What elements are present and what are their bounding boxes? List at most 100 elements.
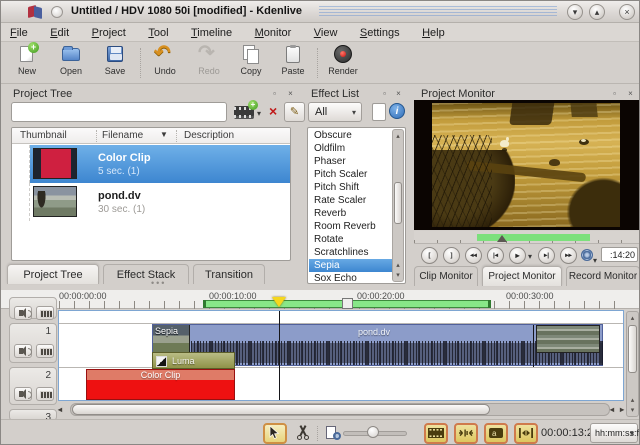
scrollbar-thumb[interactable] xyxy=(72,404,490,415)
razor-tool-button[interactable] xyxy=(291,423,315,444)
timeline-hscrollbar[interactable]: ◂ ◂ ▸ xyxy=(58,402,624,417)
timeline-playhead-line[interactable] xyxy=(279,311,280,400)
tab-transition[interactable]: Transition xyxy=(193,264,265,284)
render-button[interactable]: Render xyxy=(323,45,363,81)
column-description[interactable]: Description xyxy=(184,130,234,141)
effect-item[interactable]: Pitch Shift xyxy=(309,181,392,194)
scroll-up-icon[interactable]: ▴ xyxy=(627,314,638,322)
menu-edit[interactable]: Edit xyxy=(41,24,78,43)
scroll-left-icon[interactable]: ◂ xyxy=(610,405,614,414)
timeline-playhead-icon[interactable] xyxy=(272,297,286,307)
menu-tool[interactable]: Tool xyxy=(139,24,177,43)
edit-clip-button[interactable]: ✎ xyxy=(284,102,305,122)
play-button[interactable]: ▸ xyxy=(509,247,526,264)
set-zone-start-button[interactable]: [ xyxy=(421,247,438,264)
window-menu-button[interactable] xyxy=(51,6,63,18)
menu-file[interactable]: File xyxy=(1,24,37,43)
timeline-transition-luma[interactable]: Luma xyxy=(152,352,235,369)
paste-button[interactable]: Paste xyxy=(273,45,313,81)
monitor-playhead-icon[interactable] xyxy=(497,235,507,242)
delete-clip-icon[interactable]: × xyxy=(269,103,277,119)
menu-view[interactable]: View xyxy=(305,24,347,43)
effect-item[interactable]: Sox Echo xyxy=(309,272,392,284)
timecode-format-dropdown[interactable]: hh:mm:ss:ff ▾ xyxy=(590,423,638,443)
scrollbar-thumb[interactable] xyxy=(394,182,402,224)
hide-track-button[interactable] xyxy=(36,344,54,358)
tab-project-monitor[interactable]: Project Monitor xyxy=(482,266,562,286)
set-zone-end-button[interactable]: ] xyxy=(443,247,460,264)
save-button[interactable]: Save xyxy=(95,45,135,81)
timeline-ruler[interactable]: 00:00:00:00 00:00:10:00 00:00:20:00 00:0… xyxy=(1,290,640,309)
scroll-down-icon[interactable]: ▾ xyxy=(393,271,403,279)
forward-button[interactable]: ▸▸ xyxy=(560,247,577,264)
tab-clip-monitor[interactable]: Clip Monitor xyxy=(414,266,478,286)
add-clip-button[interactable]: + xyxy=(234,106,254,119)
tab-record-monitor[interactable]: Record Monitor xyxy=(566,266,640,286)
video-thumbnails-toggle[interactable] xyxy=(424,423,448,444)
effect-item[interactable]: Pitch Scaler xyxy=(309,168,392,181)
mute-track-button[interactable] xyxy=(14,344,32,358)
scroll-up-icon[interactable]: ▴ xyxy=(393,132,403,140)
monitor-seek-ruler[interactable] xyxy=(414,231,639,244)
play-menu-chevron-icon[interactable]: ▾ xyxy=(528,252,532,261)
rewind-button[interactable]: ◂◂ xyxy=(465,247,482,264)
effect-item[interactable]: Room Reverb xyxy=(309,220,392,233)
new-button[interactable]: + New xyxy=(7,45,47,81)
effect-item[interactable]: Oldfilm xyxy=(309,142,392,155)
maximize-button[interactable]: ▴ xyxy=(589,4,605,20)
scroll-left-icon[interactable]: ◂ xyxy=(58,405,62,414)
effect-filter-dropdown[interactable]: All ▾ xyxy=(308,102,362,122)
float-panel-icon[interactable]: ▫ xyxy=(379,88,390,99)
scroll-right-icon[interactable]: ▸ xyxy=(620,405,624,414)
close-panel-icon[interactable]: × xyxy=(393,88,404,99)
scroll-down-icon[interactable]: ▾ xyxy=(627,406,638,414)
effect-item[interactable]: Rotate xyxy=(309,233,392,246)
menu-project[interactable]: Project xyxy=(83,24,135,43)
tab-effect-stack[interactable]: Effect Stack xyxy=(103,264,189,284)
zoom-slider-handle[interactable] xyxy=(367,426,379,438)
sort-indicator-icon[interactable]: ▼ xyxy=(160,130,168,139)
timeline-vscrollbar[interactable]: ▴ ▴ ▾ xyxy=(626,311,639,417)
track-header-1[interactable]: 1 xyxy=(9,323,57,363)
menu-monitor[interactable]: Monitor xyxy=(246,24,301,43)
monitor-config-gear-icon[interactable] xyxy=(581,249,593,261)
mute-track-button[interactable] xyxy=(14,387,32,401)
timeline-tracks-area[interactable]: Sepia pond.dv Luma Color Clip xyxy=(58,310,624,401)
hide-track-button[interactable] xyxy=(36,306,54,320)
next-frame-button[interactable]: ▸| xyxy=(538,247,555,264)
float-panel-icon[interactable]: ▫ xyxy=(269,88,280,99)
timeline-clip-color[interactable]: Color Clip xyxy=(86,369,235,400)
effect-item[interactable]: Obscure xyxy=(309,129,392,142)
menu-timeline[interactable]: Timeline xyxy=(182,24,241,43)
titlebar[interactable]: Untitled / HDV 1080 50i [modified] - Kde… xyxy=(1,1,640,23)
effect-item[interactable]: Rate Scaler xyxy=(309,194,392,207)
add-clip-menu-chevron-icon[interactable]: ▾ xyxy=(257,109,261,118)
effect-item[interactable]: Scratchlines xyxy=(309,246,392,259)
scrollbar-thumb[interactable] xyxy=(628,325,637,373)
close-button[interactable]: × xyxy=(619,4,635,20)
clip-list-header[interactable]: Thumbnail Filename ▼ Description xyxy=(12,128,290,144)
effect-item[interactable]: Phaser xyxy=(309,155,392,168)
audio-thumbnails-toggle[interactable] xyxy=(454,423,478,444)
float-panel-icon[interactable]: ▫ xyxy=(609,88,620,99)
zone-middle-grip[interactable] xyxy=(342,298,353,309)
track-header-2[interactable]: 2 xyxy=(9,367,57,405)
clip-row-color-clip[interactable]: Color Clip 5 sec. (1) xyxy=(12,145,290,183)
copy-button[interactable]: Copy xyxy=(231,45,271,81)
monitor-zone-bar[interactable] xyxy=(477,234,590,241)
hide-track-button[interactable] xyxy=(36,387,54,401)
column-thumbnail[interactable]: Thumbnail xyxy=(20,130,67,141)
select-tool-button[interactable] xyxy=(263,423,287,444)
redo-button[interactable]: ↷ Redo xyxy=(189,45,229,81)
scroll-up-icon[interactable]: ▴ xyxy=(393,261,403,269)
tab-project-tree[interactable]: Project Tree xyxy=(7,264,99,284)
mute-track-button[interactable] xyxy=(14,306,32,320)
project-search-input[interactable] xyxy=(11,102,227,122)
previous-frame-button[interactable]: |◂ xyxy=(487,247,504,264)
menu-settings[interactable]: Settings xyxy=(351,24,409,43)
clip-row-pond[interactable]: pond.dv 30 sec. (1) xyxy=(12,183,290,221)
close-panel-icon[interactable]: × xyxy=(285,88,296,99)
config-menu-chevron-icon[interactable]: ▾ xyxy=(593,256,597,265)
effect-list-scrollbar[interactable]: ▴ ▴ ▾ xyxy=(392,129,404,282)
snap-toggle[interactable] xyxy=(514,423,538,444)
